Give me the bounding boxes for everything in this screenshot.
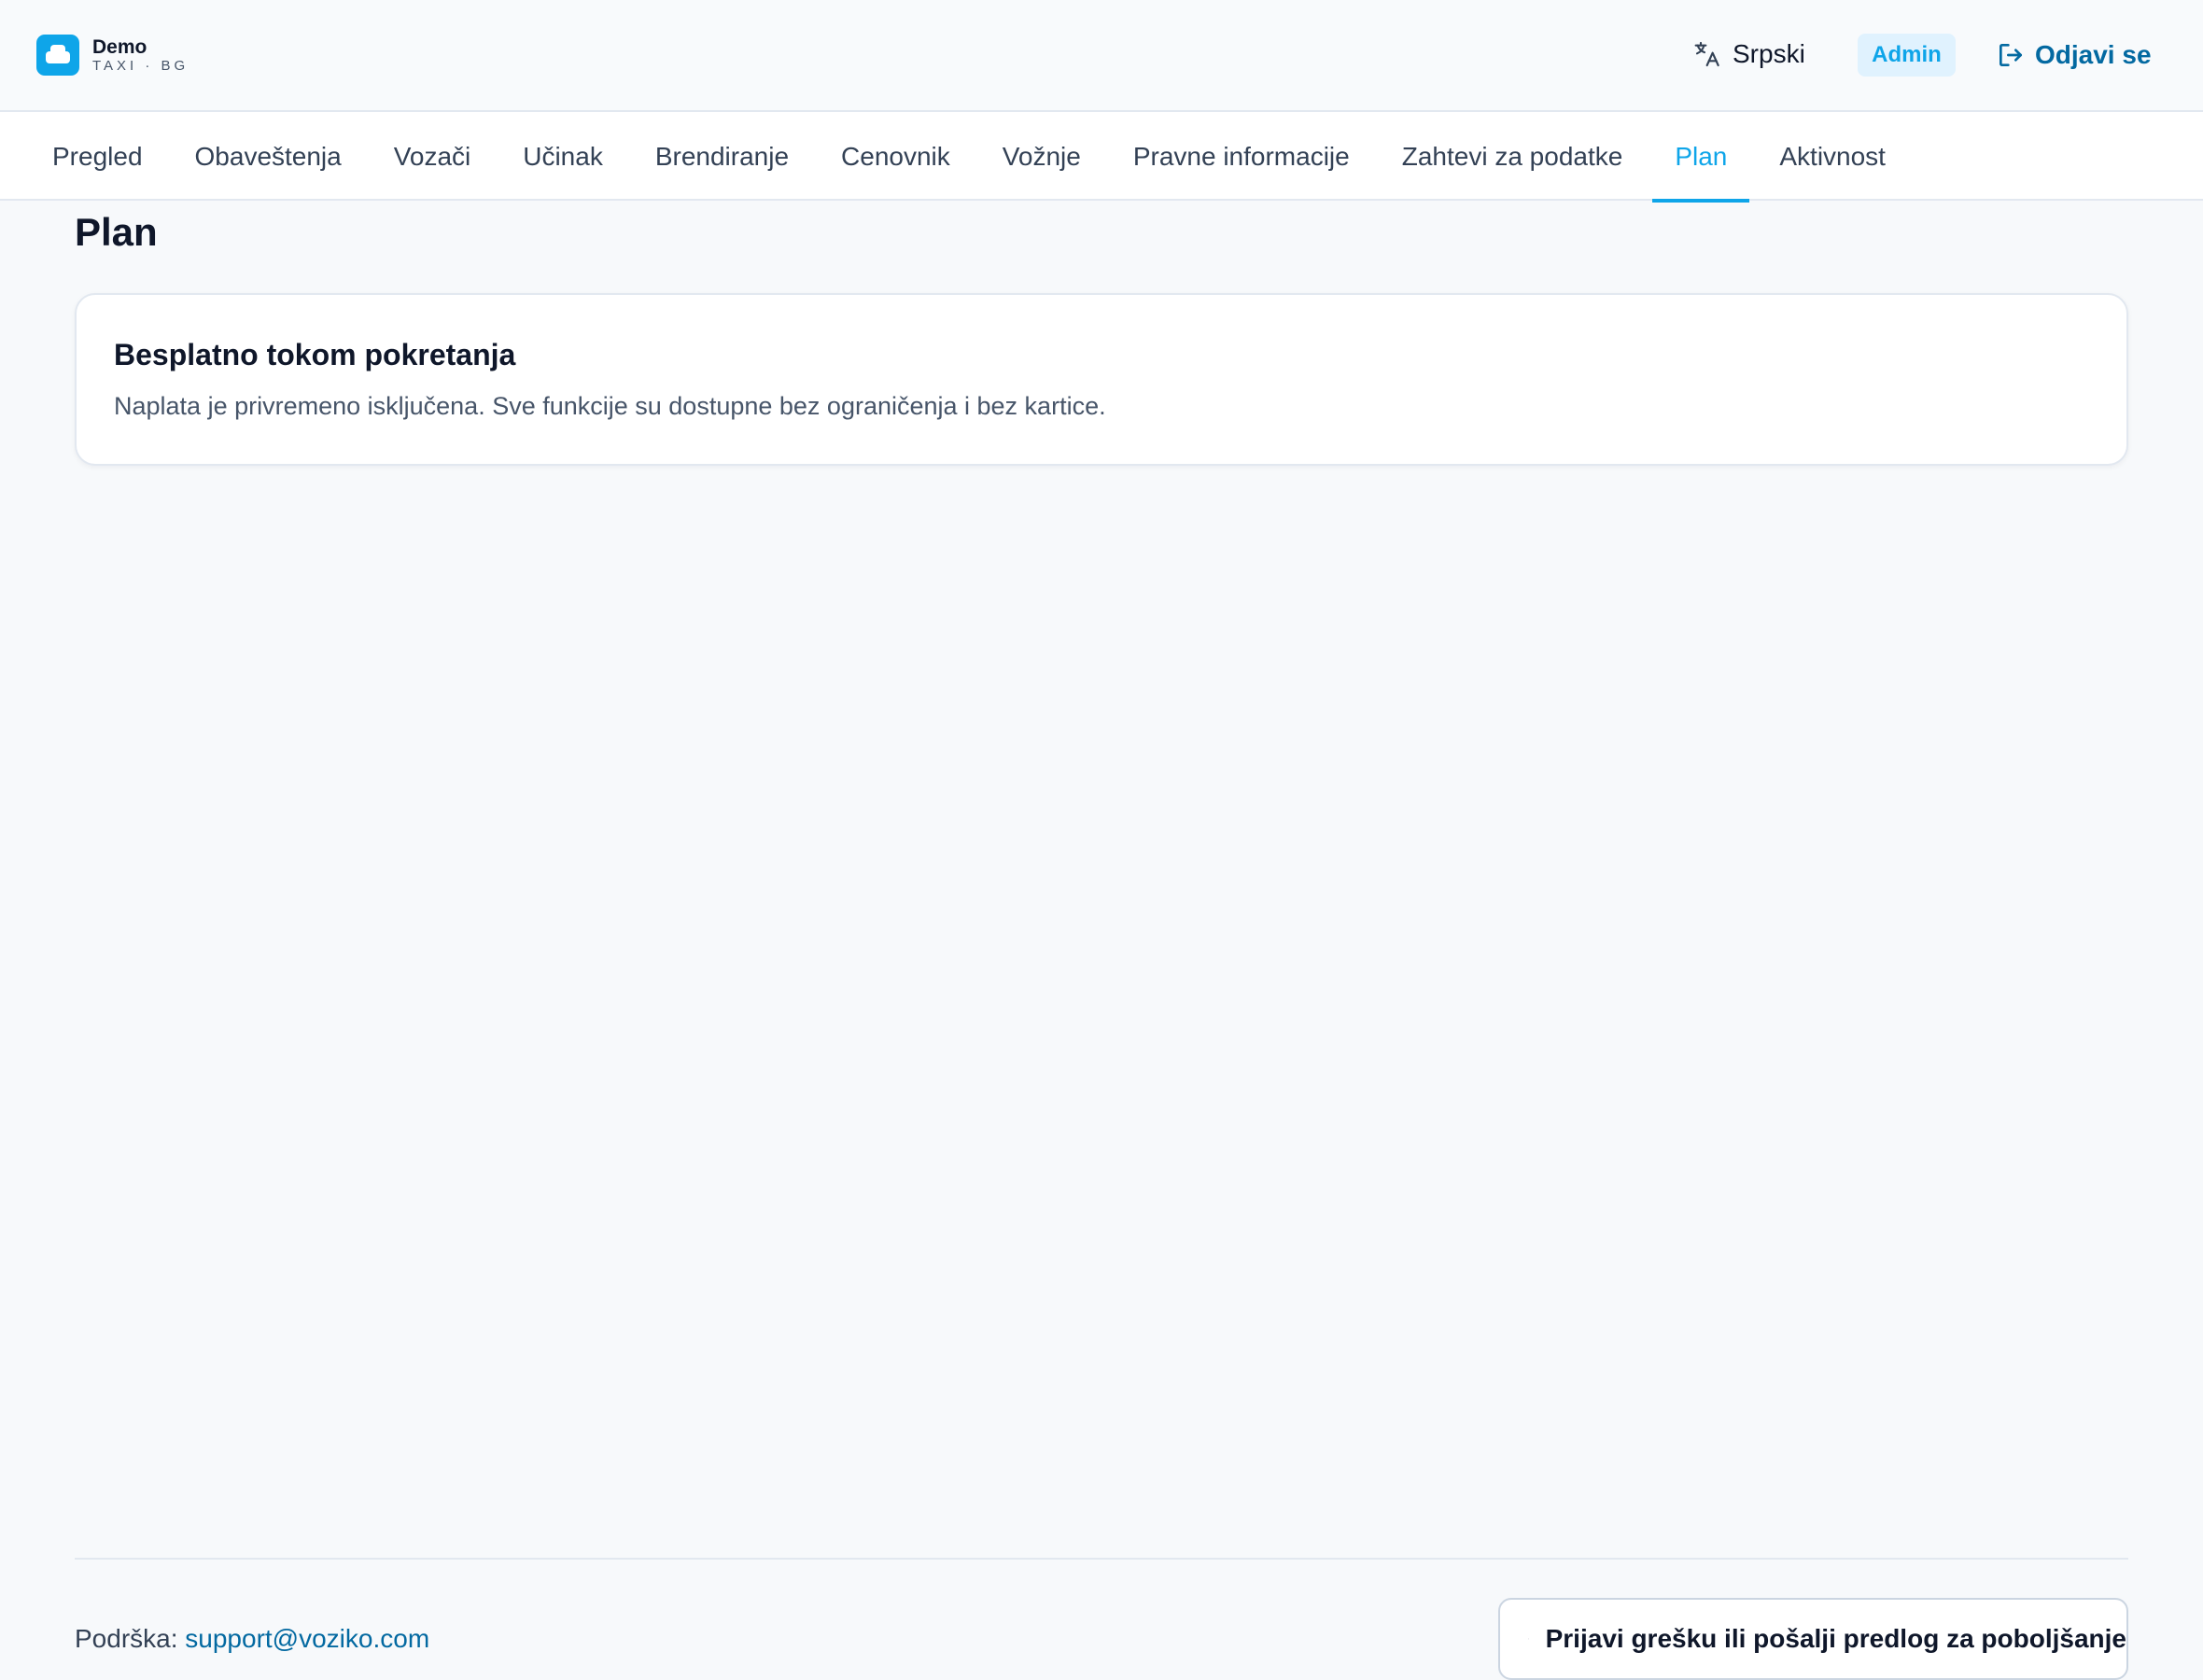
tab-voznje[interactable]: Vožnje (980, 112, 1103, 201)
plan-card-text: Naplata je privremeno isključena. Sve fu… (114, 392, 1106, 420)
tab-brendiranje[interactable]: Brendiranje (633, 112, 811, 201)
message-plus-icon (1528, 1638, 1529, 1640)
logout-label: Odjavi se (2035, 40, 2152, 69)
tab-ucinak[interactable]: Učinak (500, 112, 625, 201)
role-badge: Admin (1858, 34, 1956, 77)
top-bar: Demo TAXI · BG Srpski Admin Odjavi se (0, 0, 2203, 112)
tab-zahtevi-za-podatke[interactable]: Zahtevi za podatke (1380, 112, 1646, 201)
taxi-logo-icon (36, 35, 79, 76)
language-label: Srpski (1733, 39, 1805, 68)
feedback-label: Prijavi grešku ili pošalji predlog za po… (1545, 1624, 2126, 1653)
tab-obavestenja[interactable]: Obaveštenja (173, 112, 364, 201)
language-switcher[interactable]: Srpski (1693, 35, 1805, 73)
footer-divider (75, 1558, 2128, 1560)
support-label: Podrška: (75, 1624, 178, 1653)
support-email-link[interactable]: support@voziko.com (185, 1624, 429, 1653)
tab-plan[interactable]: Plan (1652, 112, 1750, 203)
tab-cenovnik[interactable]: Cenovnik (819, 112, 973, 201)
feedback-button[interactable]: Prijavi grešku ili pošalji predlog za po… (1498, 1598, 2128, 1680)
logout-icon (2000, 44, 2022, 66)
tab-vozaci[interactable]: Vozači (372, 112, 494, 201)
tab-pravne-informacije[interactable]: Pravne informacije (1111, 112, 1372, 201)
tab-pregled[interactable]: Pregled (30, 112, 165, 201)
brand-subtitle: TAXI · BG (92, 58, 189, 74)
nav-tabs: Pregled Obaveštenja Vozači Učinak Brendi… (30, 112, 1915, 203)
plan-card-title: Besplatno tokom pokretanja (114, 338, 516, 371)
main-nav: Pregled Obaveštenja Vozači Učinak Brendi… (0, 112, 2203, 203)
plan-card: Besplatno tokom pokretanja Naplata je pr… (75, 293, 2128, 466)
brand-name: Demo (92, 36, 147, 58)
tab-aktivnost[interactable]: Aktivnost (1757, 112, 1908, 201)
page-title: Plan (75, 210, 158, 254)
support-info: Podrška: support@voziko.com (75, 1622, 429, 1656)
logout-button[interactable]: Odjavi se (1996, 35, 2152, 75)
translate-icon (1694, 41, 1719, 67)
